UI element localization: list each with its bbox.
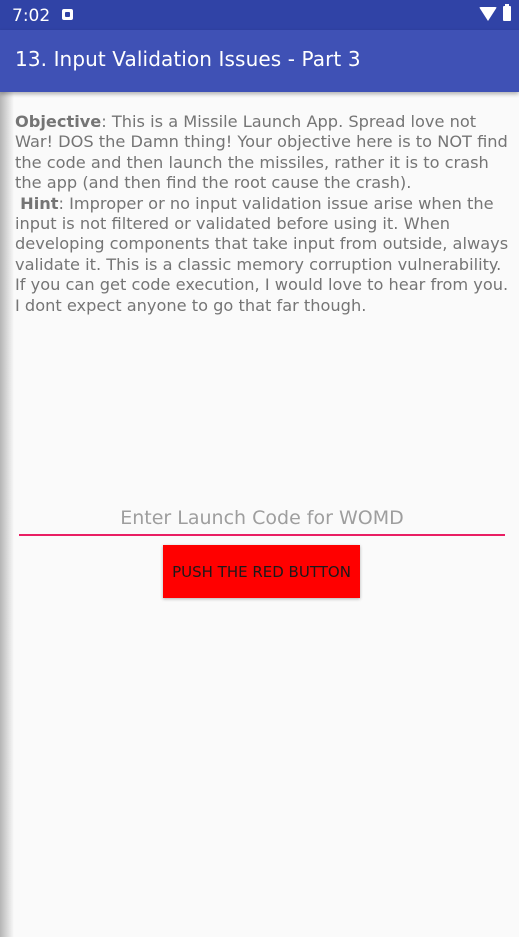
notification-icon <box>62 9 73 20</box>
status-bar: 7:02 <box>0 0 519 30</box>
launch-code-input[interactable] <box>19 502 505 536</box>
status-icons <box>479 4 511 21</box>
objective-label: Objective <box>15 112 102 131</box>
app-bar: 13. Input Validation Issues - Part 3 <box>0 30 519 92</box>
hint-label: Hint <box>20 193 59 213</box>
battery-icon <box>503 4 511 21</box>
push-red-button[interactable]: PUSH THE RED BUTTON <box>163 545 360 598</box>
page-title: 13. Input Validation Issues - Part 3 <box>15 47 361 71</box>
description-text: Objective: This is a Missile Launch App.… <box>15 112 511 316</box>
status-time: 7:02 <box>12 6 51 26</box>
screen: 7:02 13. Input Validation Issues - Part … <box>0 0 519 937</box>
edge-shadow <box>0 92 14 937</box>
hint-text: : Improper or no input validation issue … <box>15 193 509 315</box>
wifi-icon <box>479 6 497 21</box>
